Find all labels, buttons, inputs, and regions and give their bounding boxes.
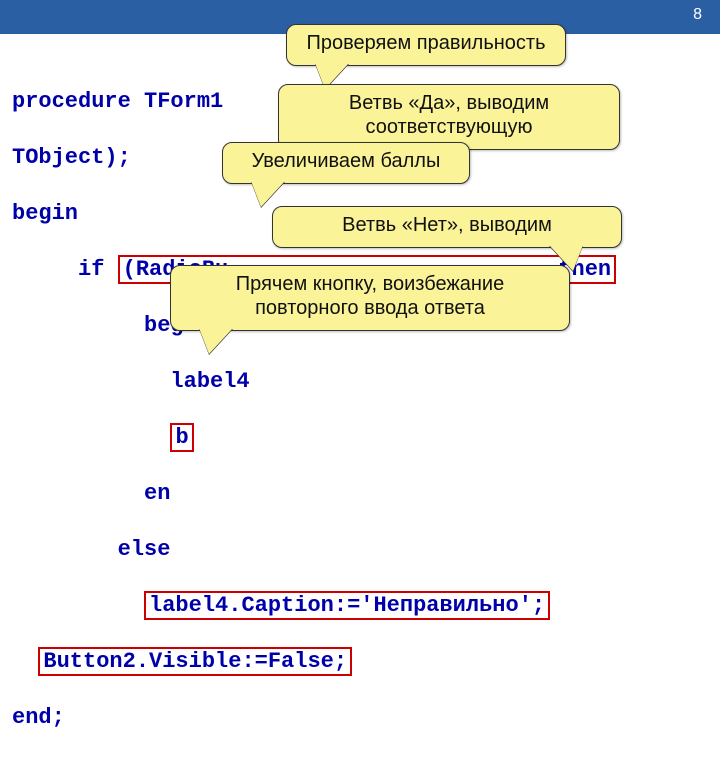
wrong-caption-box: label4.Caption:='Неправильно'; bbox=[144, 591, 550, 620]
code-line: Button2.Visible:=False; bbox=[12, 648, 708, 676]
code-fragment: if bbox=[12, 257, 118, 282]
code-line: end; bbox=[12, 704, 708, 732]
code-line: b bbox=[12, 424, 708, 452]
code-indent bbox=[12, 593, 144, 618]
callout-yes-branch: Ветвь «Да», выводим соответствующую bbox=[278, 84, 620, 150]
callout-text: Проверяем правильность bbox=[306, 32, 545, 54]
score-increment-box: b bbox=[170, 423, 193, 452]
code-line: en bbox=[12, 480, 708, 508]
callout-text: Прячем кнопку, воизбежание повторного вв… bbox=[236, 273, 504, 319]
callout-tail bbox=[251, 181, 285, 207]
callout-tail bbox=[199, 328, 233, 354]
code-indent bbox=[12, 425, 170, 450]
callout-text: Увеличиваем баллы bbox=[252, 150, 441, 172]
callout-text: Ветвь «Да», выводим соответствующую bbox=[349, 92, 549, 138]
page-number: 8 bbox=[693, 6, 702, 24]
callout-text: Ветвь «Нет», выводим bbox=[342, 214, 552, 236]
code-indent bbox=[12, 649, 38, 674]
hide-button-box: Button2.Visible:=False; bbox=[38, 647, 352, 676]
callout-increase-score: Увеличиваем баллы bbox=[222, 142, 470, 184]
callout-hide-button: Прячем кнопку, воизбежание повторного вв… bbox=[170, 265, 570, 331]
code-line: else bbox=[12, 536, 708, 564]
callout-no-branch: Ветвь «Нет», выводим bbox=[272, 206, 622, 248]
callout-check-correctness: Проверяем правильность bbox=[286, 24, 566, 66]
code-line: label4 bbox=[12, 368, 708, 396]
code-line: label4.Caption:='Неправильно'; bbox=[12, 592, 708, 620]
